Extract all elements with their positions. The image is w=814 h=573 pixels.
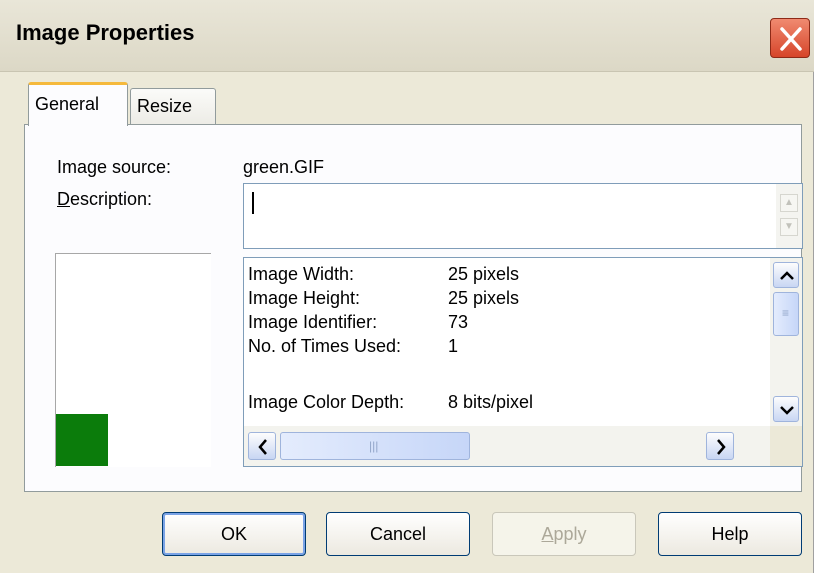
description-label: Description: <box>57 189 152 210</box>
title-bar[interactable]: Image Properties <box>0 0 814 72</box>
image-properties-dialog: Image Properties Resize General Image so… <box>0 0 814 573</box>
chevron-left-icon <box>258 439 267 455</box>
grip-icon: ||| <box>369 439 379 453</box>
info-key: Image Color Depth: <box>248 392 405 412</box>
info-key: Image Height: <box>248 288 361 308</box>
description-accelerator: D <box>57 189 70 209</box>
apply-accelerator: A <box>541 524 554 544</box>
info-horizontal-scrollbar[interactable]: ||| <box>244 426 770 466</box>
image-source-value: green.GIF <box>243 157 325 177</box>
grip-icon: ≡ <box>782 306 790 320</box>
tab-resize[interactable]: Resize <box>130 88 216 126</box>
scroll-left-button[interactable] <box>248 432 276 460</box>
description-scrollbar[interactable]: ▲ ▼ <box>776 184 802 248</box>
info-value: 1 <box>448 336 459 356</box>
image-preview <box>55 253 211 467</box>
general-tab-panel: Image source: green.GIF Description: ▲ ▼… <box>24 124 803 492</box>
window-title: Image Properties <box>16 20 195 45</box>
apply-label-rest: pply <box>553 524 587 544</box>
text-caret <box>252 192 254 214</box>
horizontal-scroll-thumb[interactable]: ||| <box>280 432 470 460</box>
scroll-up-disabled-icon: ▲ <box>780 194 798 212</box>
help-button[interactable]: Help <box>658 512 802 556</box>
image-info-list[interactable]: Image Width: 25 pixels Image Height: 25 … <box>243 257 803 467</box>
tab-general[interactable]: General <box>28 82 128 126</box>
chevron-right-icon <box>717 439 726 455</box>
scroll-up-button[interactable] <box>773 262 799 288</box>
description-label-rest: escription: <box>70 189 153 209</box>
close-icon <box>780 27 802 51</box>
vertical-scroll-thumb[interactable]: ≡ <box>773 292 799 336</box>
ok-button[interactable]: OK <box>162 512 306 556</box>
image-source-label: Image source: <box>57 157 172 177</box>
apply-button[interactable]: Apply <box>492 512 636 556</box>
chevron-up-icon <box>780 271 794 280</box>
green-image-swatch <box>56 414 108 466</box>
info-key: Image Width: <box>248 264 355 284</box>
info-key: Image Identifier: <box>248 312 378 332</box>
scroll-right-button[interactable] <box>706 432 734 460</box>
scrollbar-corner <box>770 426 802 466</box>
chevron-down-icon <box>780 406 794 415</box>
info-key: No. of Times Used: <box>248 336 402 356</box>
scroll-down-disabled-icon: ▼ <box>780 218 798 236</box>
cancel-button[interactable]: Cancel <box>326 512 470 556</box>
info-value: 25 pixels <box>448 288 520 308</box>
info-value: 8 bits/pixel <box>448 392 534 412</box>
close-button[interactable] <box>770 18 810 58</box>
info-vertical-scrollbar[interactable]: ≡ <box>770 258 802 426</box>
description-input[interactable]: ▲ ▼ <box>243 183 803 249</box>
info-value: 73 <box>448 312 469 332</box>
info-value: 25 pixels <box>448 264 520 284</box>
scroll-down-button[interactable] <box>773 396 799 422</box>
